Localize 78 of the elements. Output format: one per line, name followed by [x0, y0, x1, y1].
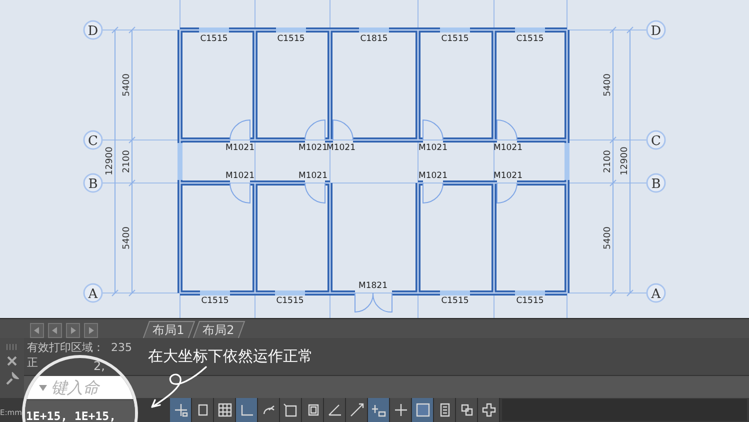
door-label: M1021 — [418, 143, 448, 153]
dimension-text: 2100 — [122, 150, 132, 173]
axis-bubble: B — [83, 173, 103, 193]
window-label: C1515 — [516, 296, 544, 306]
status-toggle-icon — [458, 402, 474, 418]
arrow-icon — [70, 327, 76, 334]
status-toggle-icon — [282, 402, 298, 418]
door-label: M1021 — [326, 143, 356, 153]
status-toggle-icon — [238, 402, 254, 418]
dimension-text: 5400 — [122, 74, 132, 96]
door-label: M1021 — [226, 143, 254, 153]
door-label: M1021 — [298, 171, 328, 181]
status-toggle-icon — [392, 402, 408, 418]
dimension-text: 12900 — [105, 146, 115, 176]
status-toggle-button[interactable] — [434, 398, 456, 422]
caret-icon — [39, 385, 47, 391]
window-label: C1515 — [200, 34, 228, 44]
axis-bubble: A — [646, 283, 666, 303]
door-label: M1021 — [494, 171, 522, 181]
curly-arrow-icon — [148, 365, 210, 411]
status-toggle-button[interactable] — [412, 398, 434, 422]
status-toggle-icon — [414, 402, 430, 418]
status-toggle-button[interactable] — [302, 398, 324, 422]
status-toggle-button[interactable] — [170, 398, 192, 422]
status-toggle-button[interactable] — [192, 398, 214, 422]
dimension-text: 5400 — [122, 226, 132, 250]
window-label: C1515 — [441, 34, 469, 44]
command-input-field[interactable]: 键入命 — [25, 376, 135, 399]
axis-bubble: D — [83, 20, 103, 40]
window-label: C1515 — [441, 296, 469, 306]
door-label: M1021 — [494, 143, 522, 153]
annotation-text: 在大坐标下依然运作正常 — [148, 346, 313, 367]
status-toggle-button[interactable] — [324, 398, 346, 422]
arrow-icon — [34, 327, 40, 334]
door-label: M1821 — [358, 281, 388, 291]
status-toggle-button[interactable] — [236, 398, 258, 422]
layout-tab[interactable]: 布局1 — [142, 321, 195, 338]
door-label: M1021 — [418, 171, 448, 181]
window-label: C1515 — [276, 296, 304, 306]
layout-tab[interactable]: 布局2 — [192, 321, 244, 338]
grip-icon — [6, 344, 18, 350]
command-history-fragment: 2, — [94, 359, 105, 373]
axis-bubble: B — [646, 173, 666, 193]
window-label: C1515 — [516, 34, 544, 44]
status-toggle-icon — [348, 402, 364, 418]
dimension-text: 5400 — [603, 74, 613, 96]
close-icon[interactable] — [7, 356, 17, 366]
status-toggle-icon — [172, 402, 188, 418]
status-toggle-button[interactable] — [390, 398, 412, 422]
status-toggle-button[interactable] — [456, 398, 478, 422]
status-toggle-button[interactable] — [346, 398, 368, 422]
dimension-text: 2100 — [603, 150, 613, 173]
dimension-text: 12900 — [620, 146, 630, 176]
command-history-line: 正 — [27, 356, 38, 369]
coordinates-text: 1E+15, 1E+15, — [26, 409, 116, 422]
axis-bubble: D — [646, 20, 666, 40]
door-label: M1021 — [298, 143, 328, 153]
status-toggle-button[interactable] — [478, 398, 500, 422]
status-toggle-icon — [480, 402, 496, 418]
status-toggle-button[interactable] — [280, 398, 302, 422]
status-toggle-icon — [326, 402, 342, 418]
wrench-icon[interactable] — [5, 372, 19, 386]
arrow-icon — [88, 327, 94, 334]
window-label: C1815 — [360, 34, 388, 44]
status-toggle-button[interactable] — [368, 398, 390, 422]
axis-bubble: A — [83, 283, 103, 303]
status-toggle-icon — [216, 402, 232, 418]
arrow-icon — [52, 327, 58, 334]
status-toggle-button[interactable] — [214, 398, 236, 422]
dimension-text: 5400 — [603, 226, 613, 250]
axis-bubble: C — [646, 130, 666, 150]
window-label: C1515 — [277, 34, 305, 44]
axis-bubble: C — [83, 130, 103, 150]
status-toggle-icon — [370, 402, 386, 418]
command-history-line: 有效打印区域： 235 — [27, 341, 132, 354]
status-toggle-button[interactable] — [258, 398, 280, 422]
door-label: M1021 — [226, 171, 254, 181]
window-label: C1515 — [201, 296, 229, 306]
